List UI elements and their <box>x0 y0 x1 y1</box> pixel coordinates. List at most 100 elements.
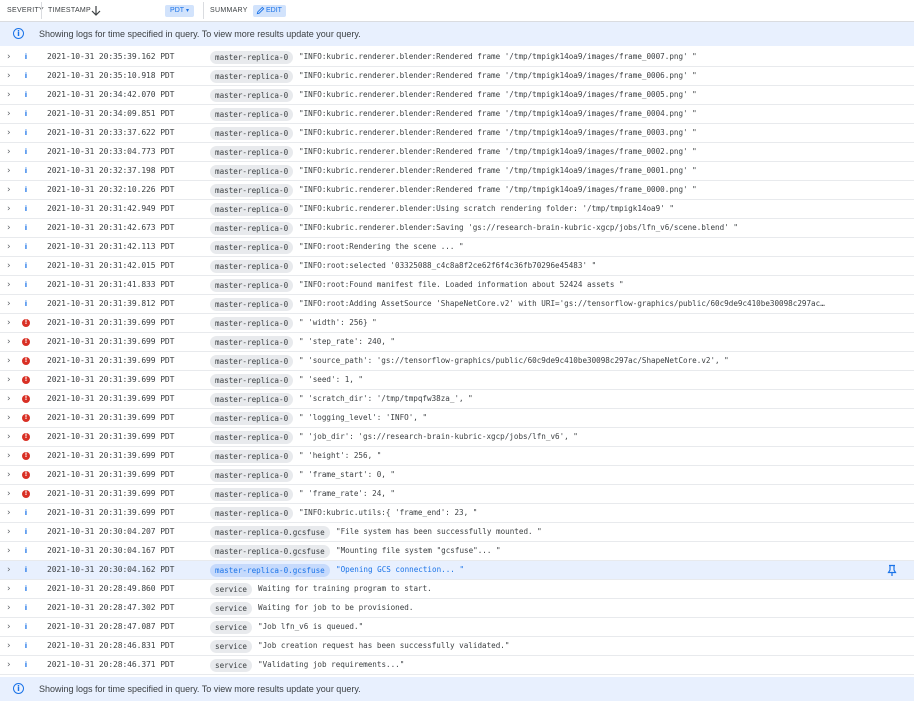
log-entry-row[interactable]: ›! 2021-10-31 20:31:39.699 PDT master-repl… <box>0 333 914 352</box>
log-source-chip[interactable]: master-replica-0 <box>210 450 294 463</box>
log-source-chip[interactable]: service <box>210 602 253 615</box>
chevron-right-icon[interactable]: › <box>7 333 11 351</box>
log-entry-row[interactable]: › i 2021-10-31 20:31:42.673 PDT master-repl… <box>0 219 914 238</box>
chevron-right-icon[interactable]: › <box>7 314 11 332</box>
chevron-right-icon[interactable]: › <box>7 105 11 123</box>
log-entry-row[interactable]: › i 2021-10-31 20:30:04.207 PDT master-repl… <box>0 523 914 542</box>
log-entry-row[interactable]: › i 2021-10-31 20:30:04.162 PDT master-repl… <box>0 561 914 580</box>
chevron-right-icon[interactable]: › <box>7 200 11 218</box>
log-source-chip[interactable]: master-replica-0 <box>210 203 294 216</box>
log-entry-row[interactable]: › i 2021-10-31 20:31:42.015 PDT master-repl… <box>0 257 914 276</box>
chevron-right-icon[interactable]: › <box>7 637 11 655</box>
log-source-chip[interactable]: master-replica-0 <box>210 146 294 159</box>
chevron-right-icon[interactable]: › <box>7 523 11 541</box>
chevron-right-icon[interactable]: › <box>7 257 11 275</box>
log-source-chip[interactable]: master-replica-0 <box>210 222 294 235</box>
chevron-right-icon[interactable]: › <box>7 124 11 142</box>
log-entry-row[interactable]: › i 2021-10-31 20:31:42.113 PDT master-repl… <box>0 238 914 257</box>
log-source-chip[interactable]: master-replica-0 <box>210 279 294 292</box>
chevron-right-icon[interactable]: › <box>7 542 11 560</box>
log-entry-row[interactable]: ›! 2021-10-31 20:31:39.699 PDT master-repl… <box>0 428 914 447</box>
log-source-chip[interactable]: master-replica-0 <box>210 127 294 140</box>
timezone-dropdown[interactable]: PDT ▾ <box>165 5 194 17</box>
chevron-right-icon[interactable]: › <box>7 656 11 674</box>
log-source-chip[interactable]: service <box>210 621 253 634</box>
log-source-chip[interactable]: master-replica-0.gcsfuse <box>210 564 330 577</box>
chevron-right-icon[interactable]: › <box>7 618 11 636</box>
log-source-chip[interactable]: service <box>210 640 253 653</box>
log-entry-row[interactable]: › i 2021-10-31 20:33:04.773 PDT master-repl… <box>0 143 914 162</box>
log-source-chip[interactable]: master-replica-0 <box>210 108 294 121</box>
log-entry-row[interactable]: ›! 2021-10-31 20:31:39.699 PDT master-repl… <box>0 371 914 390</box>
severity-column-header[interactable]: SEVERITY <box>7 0 44 21</box>
log-entry-row[interactable]: › i 2021-10-31 20:33:37.622 PDT master-repl… <box>0 124 914 143</box>
log-entry-row[interactable]: › i 2021-10-31 20:34:09.851 PDT master-repl… <box>0 105 914 124</box>
chevron-right-icon[interactable]: › <box>7 447 11 465</box>
log-source-chip[interactable]: master-replica-0 <box>210 488 294 501</box>
chevron-right-icon[interactable]: › <box>7 48 11 66</box>
chevron-right-icon[interactable]: › <box>7 162 11 180</box>
log-source-chip[interactable]: master-replica-0.gcsfuse <box>210 545 330 558</box>
log-source-chip[interactable]: master-replica-0 <box>210 469 294 482</box>
log-entry-row[interactable]: › i 2021-10-31 20:28:47.087 PDT service "Job… <box>0 618 914 637</box>
chevron-right-icon[interactable]: › <box>7 599 11 617</box>
log-entry-row[interactable]: › i 2021-10-31 20:31:42.949 PDT master-repl… <box>0 200 914 219</box>
log-source-chip[interactable]: master-replica-0 <box>210 70 294 83</box>
log-entry-row[interactable]: › i 2021-10-31 20:34:42.070 PDT master-repl… <box>0 86 914 105</box>
log-source-chip[interactable]: service <box>210 583 253 596</box>
chevron-right-icon[interactable]: › <box>7 428 11 446</box>
log-source-chip[interactable]: master-replica-0 <box>210 89 294 102</box>
log-entry-row[interactable]: › i 2021-10-31 20:28:46.371 PDT service "Val… <box>0 656 914 675</box>
chevron-right-icon[interactable]: › <box>7 390 11 408</box>
chevron-right-icon[interactable]: › <box>7 371 11 389</box>
chevron-right-icon[interactable]: › <box>7 504 11 522</box>
chevron-right-icon[interactable]: › <box>7 219 11 237</box>
log-entry-row[interactable]: ›! 2021-10-31 20:31:39.699 PDT master-repl… <box>0 314 914 333</box>
log-source-chip[interactable]: master-replica-0 <box>210 317 294 330</box>
log-entry-row[interactable]: › i 2021-10-31 20:32:37.198 PDT master-repl… <box>0 162 914 181</box>
chevron-right-icon[interactable]: › <box>7 409 11 427</box>
chevron-right-icon[interactable]: › <box>7 352 11 370</box>
log-entry-row[interactable]: › i 2021-10-31 20:30:04.167 PDT master-repl… <box>0 542 914 561</box>
log-source-chip[interactable]: master-replica-0 <box>210 412 294 425</box>
log-entry-row[interactable]: ›! 2021-10-31 20:31:39.699 PDT master-repl… <box>0 409 914 428</box>
log-source-chip[interactable]: master-replica-0 <box>210 336 294 349</box>
log-source-chip[interactable]: master-replica-0 <box>210 51 294 64</box>
log-source-chip[interactable]: master-replica-0 <box>210 184 294 197</box>
edit-summary-button[interactable]: EDIT <box>253 5 286 17</box>
chevron-right-icon[interactable]: › <box>7 485 11 503</box>
log-source-chip[interactable]: master-replica-0 <box>210 507 294 520</box>
log-source-chip[interactable]: master-replica-0 <box>210 298 294 311</box>
log-entry-row[interactable]: ›! 2021-10-31 20:31:39.699 PDT master-repl… <box>0 466 914 485</box>
log-source-chip[interactable]: master-replica-0 <box>210 165 294 178</box>
log-source-chip[interactable]: master-replica-0 <box>210 374 294 387</box>
log-entry-row[interactable]: › i 2021-10-31 20:28:47.302 PDT service Wait… <box>0 599 914 618</box>
log-entry-row[interactable]: ›! 2021-10-31 20:31:39.699 PDT master-repl… <box>0 447 914 466</box>
log-source-chip[interactable]: master-replica-0 <box>210 241 294 254</box>
log-source-chip[interactable]: master-replica-0 <box>210 393 294 406</box>
log-entry-row[interactable]: › i 2021-10-31 20:31:41.833 PDT master-repl… <box>0 276 914 295</box>
log-source-chip[interactable]: master-replica-0 <box>210 355 294 368</box>
log-entry-row[interactable]: › i 2021-10-31 20:28:49.860 PDT service Wait… <box>0 580 914 599</box>
log-source-chip[interactable]: master-replica-0 <box>210 260 294 273</box>
log-entry-row[interactable]: ›! 2021-10-31 20:31:39.699 PDT master-repl… <box>0 352 914 371</box>
timestamp-column-header[interactable]: TIMESTAMP <box>48 0 91 21</box>
log-entry-row[interactable]: › i 2021-10-31 20:35:10.918 PDT master-repl… <box>0 67 914 86</box>
log-entry-row[interactable]: ›! 2021-10-31 20:31:39.699 PDT master-repl… <box>0 390 914 409</box>
chevron-right-icon[interactable]: › <box>7 67 11 85</box>
chevron-right-icon[interactable]: › <box>7 143 11 161</box>
log-entry-row[interactable]: › i 2021-10-31 20:31:39.699 PDT master-repl… <box>0 504 914 523</box>
log-entry-row[interactable]: ›! 2021-10-31 20:31:39.699 PDT master-repl… <box>0 485 914 504</box>
chevron-right-icon[interactable]: › <box>7 561 11 579</box>
log-source-chip[interactable]: master-replica-0 <box>210 431 294 444</box>
log-source-chip[interactable]: service <box>210 659 253 672</box>
chevron-right-icon[interactable]: › <box>7 181 11 199</box>
log-source-chip[interactable]: master-replica-0.gcsfuse <box>210 526 330 539</box>
log-entry-row[interactable]: › i 2021-10-31 20:32:10.226 PDT master-repl… <box>0 181 914 200</box>
chevron-right-icon[interactable]: › <box>7 238 11 256</box>
chevron-right-icon[interactable]: › <box>7 86 11 104</box>
chevron-right-icon[interactable]: › <box>7 466 11 484</box>
log-entry-row[interactable]: › i 2021-10-31 20:28:46.831 PDT service "Job… <box>0 637 914 656</box>
log-entry-row[interactable]: › i 2021-10-31 20:31:39.812 PDT master-repl… <box>0 295 914 314</box>
arrow-down-icon[interactable] <box>90 4 102 22</box>
